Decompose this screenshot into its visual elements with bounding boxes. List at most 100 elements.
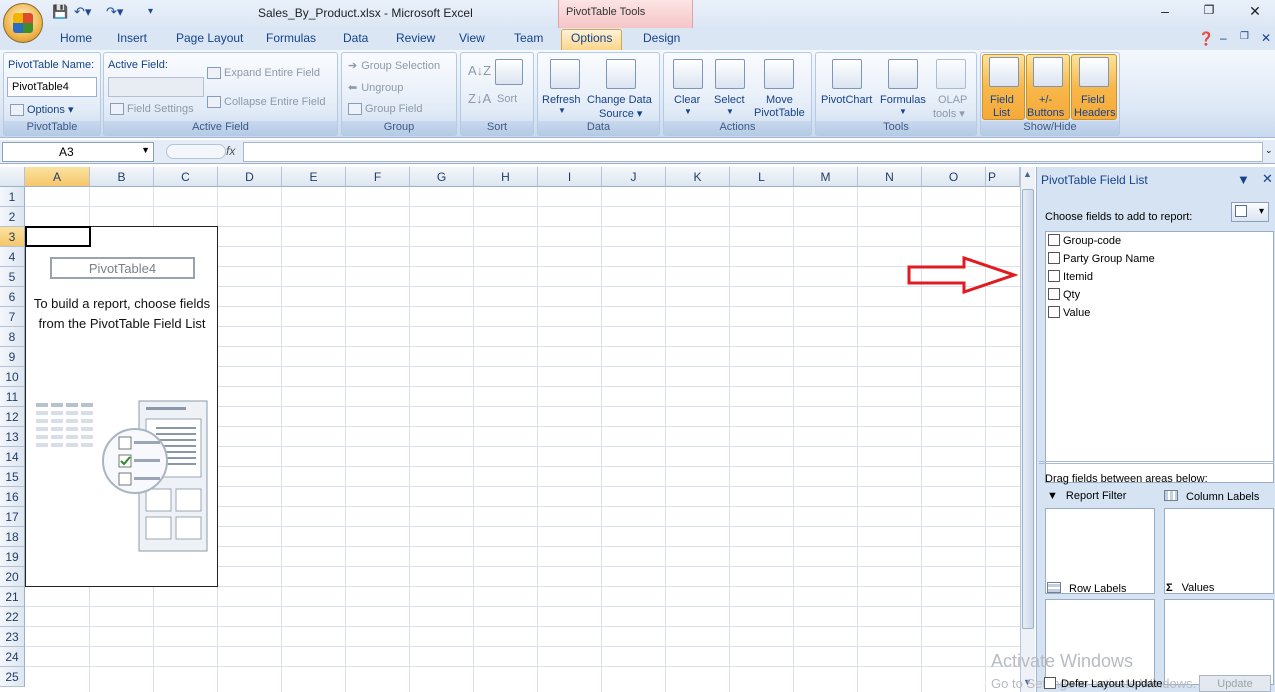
row-header[interactable]: 12 [0,407,25,427]
select-all-corner[interactable] [0,167,25,187]
sort-za-icon[interactable]: Z↓A [468,91,491,106]
formula-expand-icon[interactable]: ⌄ [1265,145,1273,156]
tab-design[interactable]: Design [641,31,682,50]
field-checkbox[interactable] [1048,252,1060,264]
defer-layout-update[interactable]: Defer Layout Update [1044,677,1163,690]
row-header[interactable]: 23 [0,627,25,647]
field-item-group-code[interactable]: Group-code [1048,234,1121,250]
tab-home[interactable]: Home [58,31,94,50]
row-labels-area[interactable] [1045,599,1155,685]
field-item-qty[interactable]: Qty [1048,288,1080,304]
column-header[interactable]: E [282,167,346,187]
row-header[interactable]: 21 [0,587,25,607]
pivottable-name-input[interactable]: PivotTable4 [7,77,97,97]
customize-qat-icon[interactable]: ▾ [148,6,153,24]
ribbon-minimize-icon[interactable]: – [1218,31,1229,50]
row-header[interactable]: 3 [0,227,25,247]
column-header[interactable]: M [794,167,858,187]
clear-dropdown-icon[interactable]: ▼ [684,107,692,116]
row-header[interactable]: 11 [0,387,25,407]
insert-function-button[interactable]: fx [226,144,235,158]
select-button[interactable]: Select [714,94,745,106]
column-header[interactable]: I [538,167,602,187]
tab-formulas[interactable]: Formulas [264,31,318,50]
redo-icon[interactable]: ↷▾ [106,4,123,22]
row-header[interactable]: 5 [0,267,25,287]
field-item-itemid[interactable]: Itemid [1048,270,1093,286]
tab-view[interactable]: View [457,31,487,50]
olap-tools-button[interactable]: OLAP [938,94,967,106]
ribbon-restore-icon[interactable]: ❐ [1238,31,1251,50]
defer-checkbox[interactable] [1044,677,1056,689]
column-header[interactable]: G [410,167,474,187]
worksheet-grid[interactable]: A B C D E F G H I J K L M N O P 1 2 3 4 … [0,167,1020,692]
column-header[interactable]: J [602,167,666,187]
formulas-button[interactable]: Formulas [880,94,926,106]
column-header[interactable]: H [474,167,538,187]
column-header[interactable]: B [90,167,154,187]
row-header[interactable]: 24 [0,647,25,667]
undo-icon[interactable]: ↶▾ [74,4,91,22]
field-item-party-group-name[interactable]: Party Group Name [1048,252,1155,268]
row-header[interactable]: 14 [0,447,25,467]
collapse-field-button[interactable]: Collapse Entire Field [207,96,326,109]
refresh-dropdown-icon[interactable]: ▼ [558,106,566,115]
row-header[interactable]: 10 [0,367,25,387]
pivottable-placeholder[interactable]: PivotTable4 To build a report, choose fi… [25,226,218,587]
formula-input[interactable] [243,142,1263,162]
column-header[interactable]: L [730,167,794,187]
select-dropdown-icon[interactable]: ▼ [726,107,734,116]
tab-data[interactable]: Data [341,31,370,50]
restore-icon[interactable]: ❐ [1199,3,1219,17]
row-header[interactable]: 6 [0,287,25,307]
pivotchart-button[interactable]: PivotChart [821,94,872,106]
refresh-button[interactable]: Refresh [542,94,581,106]
pane-close-icon[interactable]: ✕ [1262,171,1273,187]
row-header[interactable]: 1 [0,187,25,207]
row-header[interactable]: 20 [0,567,25,587]
column-header[interactable]: A [25,167,90,187]
change-data-source-button[interactable]: Change Data [587,94,652,106]
active-field-input[interactable] [108,77,204,97]
save-icon[interactable]: 💾 [52,4,68,22]
row-header[interactable]: 18 [0,527,25,547]
field-checkbox[interactable] [1048,234,1060,246]
ungroup-button[interactable]: ⬅ Ungroup [348,81,403,94]
row-header[interactable]: 16 [0,487,25,507]
formula-bar-handle-icon[interactable] [166,144,226,159]
help-icon[interactable]: ❓ [1196,31,1216,50]
expand-field-button[interactable]: Expand Entire Field [207,67,320,80]
row-header[interactable]: 17 [0,507,25,527]
sort-button[interactable]: Sort [497,93,517,105]
options-button[interactable]: Options ▾ [10,103,74,117]
scrollbar-thumb[interactable] [1022,189,1034,629]
tab-page-layout[interactable]: Page Layout [174,31,245,50]
tab-insert[interactable]: Insert [115,31,149,50]
pane-options-dropdown-icon[interactable]: ▼ [1237,172,1250,187]
name-box[interactable]: A3 ▼ [2,142,154,162]
field-settings-button[interactable]: Field Settings [110,103,194,116]
vertical-scrollbar[interactable]: ▲ ▼ [1020,167,1035,692]
values-area[interactable] [1164,599,1274,685]
row-header[interactable]: 25 [0,667,25,687]
field-item-value[interactable]: Value [1048,306,1090,322]
column-header[interactable]: D [218,167,282,187]
minimize-icon[interactable]: – [1155,3,1175,19]
ribbon-close-icon[interactable]: ✕ [1259,31,1273,50]
row-header[interactable]: 9 [0,347,25,367]
tab-team[interactable]: Team [512,31,545,50]
group-selection-button[interactable]: ➔ Group Selection [348,59,440,72]
column-header[interactable]: P [986,167,1020,187]
tab-options[interactable]: Options [561,29,623,50]
move-pivottable-button[interactable]: Move [766,94,793,106]
field-checkbox[interactable] [1048,306,1060,318]
row-header[interactable]: 2 [0,207,25,227]
tab-review[interactable]: Review [394,31,437,50]
row-header[interactable]: 19 [0,547,25,567]
field-checkbox[interactable] [1048,288,1060,300]
sort-az-icon[interactable]: A↓Z [468,63,491,78]
name-box-dropdown-icon[interactable]: ▼ [141,145,150,155]
group-field-button[interactable]: Group Field [348,103,422,116]
column-header[interactable]: K [666,167,730,187]
update-button[interactable]: Update [1199,675,1271,692]
